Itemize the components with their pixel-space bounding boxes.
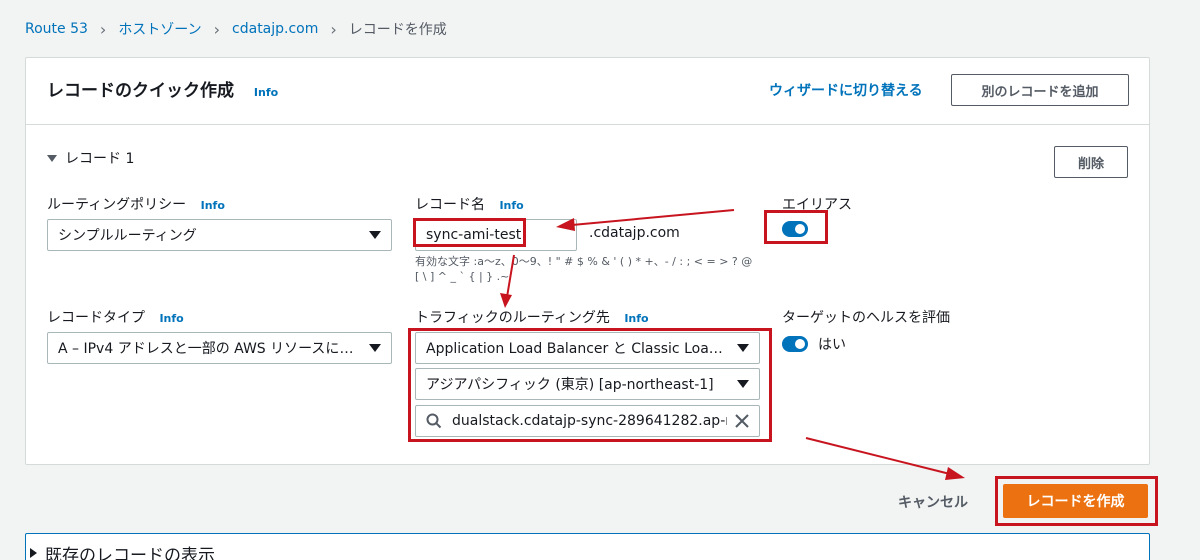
caret-right-icon bbox=[30, 548, 37, 558]
arrow-to-create bbox=[805, 437, 965, 480]
arrow-to-traffic bbox=[500, 254, 515, 308]
create-record-button[interactable]: レコードを作成 bbox=[1003, 484, 1148, 518]
existing-records-label: 既存のレコードの表示 bbox=[45, 545, 215, 560]
existing-records-toggle[interactable]: 既存のレコードの表示 bbox=[25, 533, 1150, 560]
cancel-button[interactable]: キャンセル bbox=[898, 492, 968, 512]
arrow-to-record-name bbox=[556, 209, 735, 231]
